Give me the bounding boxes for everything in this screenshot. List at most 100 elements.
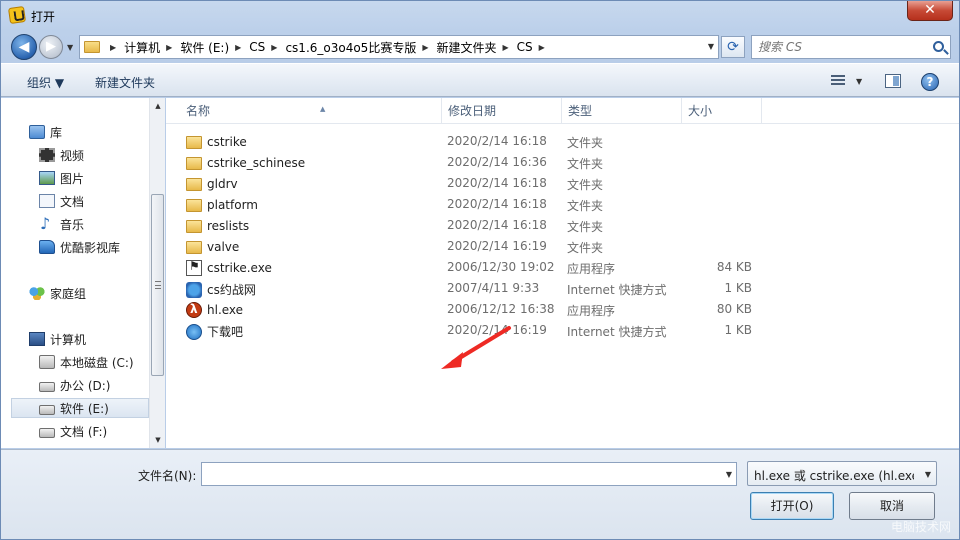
refresh-button[interactable]: ⟳ (721, 36, 745, 58)
sidebar-item-drive-d[interactable]: 办公 (D:) (39, 375, 110, 395)
youku-library-icon (39, 240, 55, 254)
scroll-up-icon[interactable]: ▲ (150, 98, 166, 114)
folder-icon (186, 241, 202, 254)
homegroup-icon (29, 286, 45, 300)
internet-shortcut-icon (186, 323, 202, 340)
file-row[interactable]: gldrv 2020/2/14 16:18 文件夹 (180, 173, 780, 194)
file-row[interactable]: hl.exe 2006/12/12 16:38 应用程序 80 KB (180, 299, 780, 320)
watermark: 电脑技术网 (890, 520, 951, 534)
sidebar-item-documents[interactable]: 文档 (39, 191, 84, 211)
file-row[interactable]: platform 2020/2/14 16:18 文件夹 (180, 194, 780, 215)
document-icon (39, 194, 55, 208)
help-icon[interactable]: ? (921, 73, 939, 91)
sidebar-item-pictures[interactable]: 图片 (39, 168, 84, 188)
sidebar-item-drive-e[interactable]: 软件 (E:) (11, 398, 149, 418)
open-button[interactable]: 打开(O) (750, 492, 834, 520)
file-row[interactable]: cstrike.exe 2006/12/30 19:02 应用程序 84 KB (180, 257, 780, 278)
window-title: 打开 (31, 10, 56, 24)
back-button[interactable]: ◀ (11, 34, 37, 60)
navigation-pane: 库 视频 图片 文档 音乐 优酷影视库 家庭组 计算机 (1, 98, 165, 448)
computer-icon (29, 332, 45, 346)
filename-combobox[interactable]: ▼ (201, 462, 737, 486)
sidebar-item-library[interactable]: 库 (29, 122, 62, 142)
column-header-type[interactable]: 类型 (562, 98, 682, 124)
file-row[interactable]: valve 2020/2/14 16:19 文件夹 (180, 236, 780, 257)
app-icon (7, 5, 27, 25)
organize-button[interactable]: 组织 ▼ (27, 74, 64, 91)
dialog-footer: 文件名(N): ▼ hl.exe 或 cstrike.exe (hl.exe;c… (1, 449, 959, 539)
search-input[interactable] (758, 38, 928, 56)
sort-ascending-icon: ▲ (320, 105, 326, 113)
file-row[interactable]: cstrike 2020/2/14 16:18 文件夹 (180, 131, 780, 152)
address-dropdown-icon[interactable]: ▼ (708, 42, 714, 51)
drive-icon (39, 404, 55, 415)
chevron-right-icon[interactable]: ▶ (539, 43, 545, 52)
column-header-date[interactable]: 修改日期 (442, 98, 562, 124)
sidebar-item-music[interactable]: 音乐 (39, 214, 84, 234)
chevron-right-icon[interactable]: ▶ (235, 43, 241, 52)
folder-icon (186, 220, 202, 233)
sidebar-item-drive-c[interactable]: 本地磁盘 (C:) (39, 352, 134, 372)
search-icon[interactable] (933, 41, 944, 52)
view-options-icon[interactable] (831, 75, 845, 87)
chevron-right-icon[interactable]: ▶ (422, 43, 428, 52)
breadcrumb-item[interactable]: CS ▶ (249, 40, 285, 54)
library-icon (29, 125, 45, 139)
counter-strike-icon (186, 259, 202, 276)
chevron-down-icon[interactable]: ▼ (925, 470, 931, 479)
file-row[interactable]: cstrike_schinese 2020/2/14 16:36 文件夹 (180, 152, 780, 173)
picture-icon (39, 171, 55, 185)
folder-icon (84, 41, 100, 53)
music-icon (39, 214, 55, 233)
close-button[interactable]: ✕ (907, 1, 953, 21)
preview-pane-icon[interactable] (885, 74, 901, 88)
chevron-right-icon[interactable]: ▶ (110, 43, 116, 52)
cancel-button[interactable]: 取消 (849, 492, 935, 520)
folder-icon (186, 199, 202, 212)
filename-label: 文件名(N): (138, 469, 197, 483)
recent-locations-dropdown[interactable]: ▼ (67, 43, 73, 52)
sidebar-scrollbar[interactable]: ▲ ▼ (149, 98, 165, 448)
chevron-right-icon[interactable]: ▶ (271, 43, 277, 52)
chevron-right-icon[interactable]: ▶ (166, 43, 172, 52)
system-drive-icon (39, 355, 55, 369)
command-toolbar: 组织 ▼ 新建文件夹 ▼ ? (1, 63, 959, 97)
chevron-down-icon[interactable]: ▼ (726, 470, 732, 479)
scrollbar-thumb[interactable] (151, 194, 164, 376)
column-header-size[interactable]: 大小 (682, 98, 762, 124)
drive-icon (39, 427, 55, 438)
search-box[interactable] (751, 35, 951, 59)
sidebar-item-computer[interactable]: 计算机 (29, 329, 86, 349)
title-bar[interactable]: 打开 ✕ (1, 1, 959, 31)
sidebar-item-homegroup[interactable]: 家庭组 (29, 283, 86, 303)
filename-input[interactable] (206, 466, 706, 482)
video-icon (39, 148, 55, 162)
file-row[interactable]: reslists 2020/2/14 16:18 文件夹 (180, 215, 780, 236)
new-folder-button[interactable]: 新建文件夹 (95, 74, 155, 91)
half-life-icon (186, 302, 202, 318)
internet-shortcut-icon (186, 281, 202, 298)
folder-icon (186, 157, 202, 170)
breadcrumb-item[interactable]: 软件 (E:) ▶ (180, 39, 249, 56)
sidebar-item-youku[interactable]: 优酷影视库 (39, 237, 120, 257)
sidebar-item-drive-f[interactable]: 文档 (F:) (39, 421, 107, 441)
breadcrumb-item[interactable]: cs1.6_o3o4o5比赛专版 ▶ (285, 39, 436, 56)
breadcrumb-item[interactable]: CS ▶ (517, 40, 553, 54)
sidebar-item-video[interactable]: 视频 (39, 145, 84, 165)
breadcrumb-item[interactable]: 计算机 ▶ (124, 39, 180, 56)
file-type-filter[interactable]: hl.exe 或 cstrike.exe (hl.exe;c ▼ (747, 461, 937, 486)
file-list: 名称 ▲ 修改日期 类型 大小 cstrike 2020/2/14 16:18 … (166, 98, 959, 448)
forward-button[interactable]: ▶ (39, 35, 63, 59)
folder-icon (186, 178, 202, 191)
view-dropdown-icon[interactable]: ▼ (856, 77, 862, 86)
drive-icon (39, 381, 55, 392)
folder-icon (186, 136, 202, 149)
breadcrumb-item[interactable]: 新建文件夹 ▶ (436, 39, 516, 56)
chevron-right-icon[interactable]: ▶ (503, 43, 509, 52)
file-row[interactable]: cs约战网 2007/4/11 9:33 Internet 快捷方式 1 KB (180, 278, 780, 299)
grip-icon (155, 281, 161, 289)
address-bar[interactable]: ▶ 计算机 ▶ 软件 (E:) ▶ CS ▶ cs1.6_o3o4o5比赛专版 ▶ 新建… (79, 35, 719, 59)
annotation-arrow-icon (441, 326, 511, 369)
scroll-down-icon[interactable]: ▼ (150, 432, 166, 448)
column-header-name[interactable]: 名称 ▲ (180, 98, 442, 124)
